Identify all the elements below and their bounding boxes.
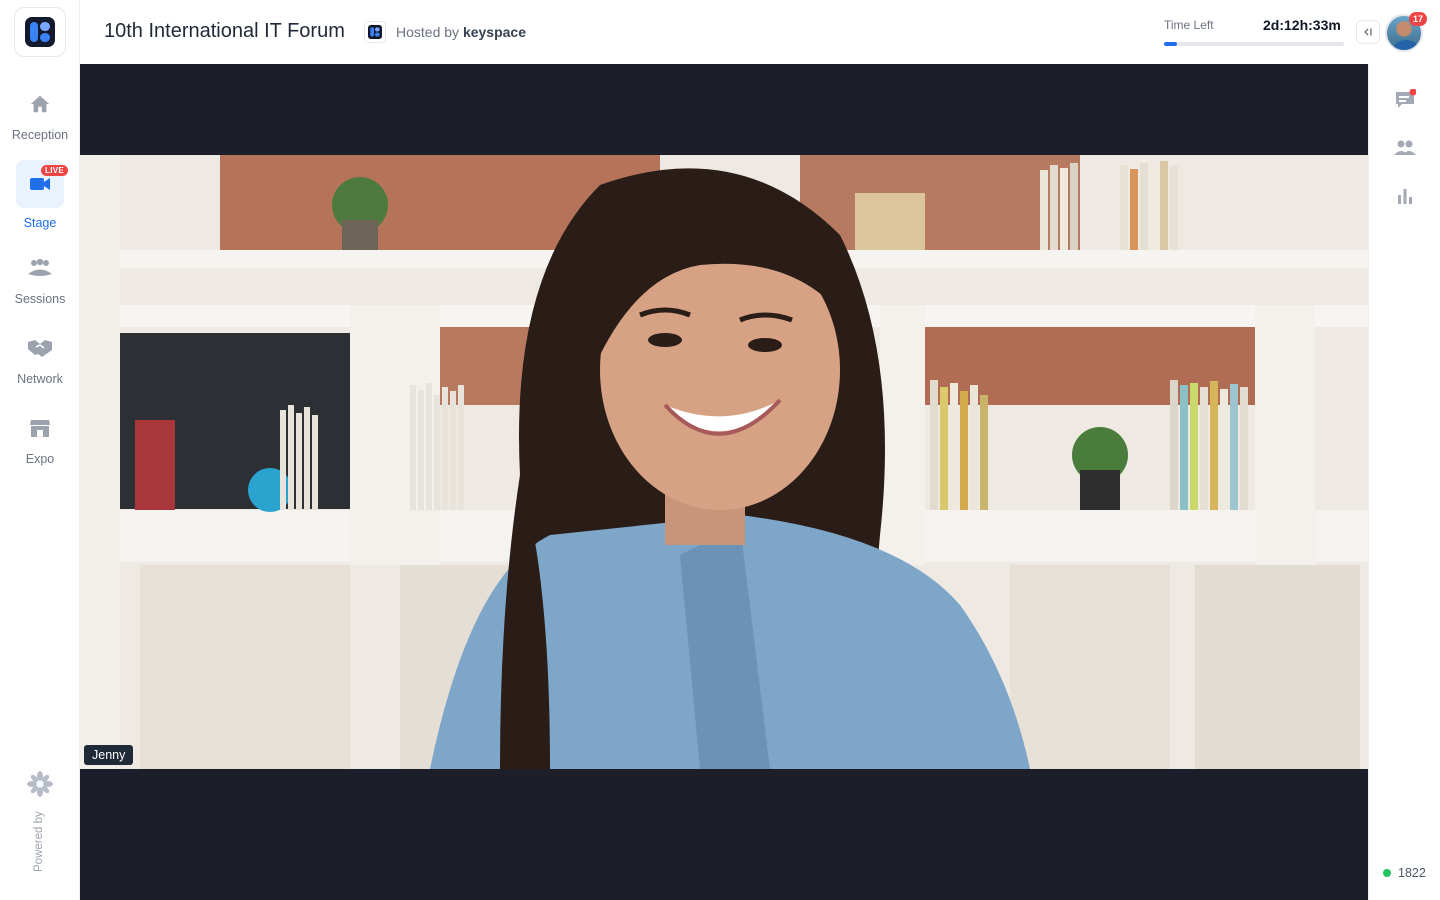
chat-icon[interactable]: [1393, 88, 1417, 112]
event-title: 10th International IT Forum: [104, 20, 345, 42]
nav-sessions-label: Sessions: [14, 292, 66, 306]
speaker-video[interactable]: Jenny: [80, 155, 1368, 769]
nav-expo[interactable]: Expo: [0, 404, 80, 466]
nav-stage-label: Stage: [23, 216, 57, 230]
online-count: 1822: [1383, 866, 1426, 880]
online-count-value: 1822: [1398, 866, 1426, 880]
app-logo[interactable]: [14, 7, 66, 57]
notification-badge: 17: [1409, 12, 1427, 26]
app-logo-icon: [25, 17, 55, 47]
nav-reception-label: Reception: [11, 128, 69, 142]
powered-by-label: Powered by: [33, 811, 45, 872]
top-header: 10th International IT Forum Hosted by ke…: [80, 0, 1440, 64]
people-icon[interactable]: [1393, 136, 1417, 160]
hosted-by-prefix: Hosted by: [396, 24, 460, 40]
user-avatar-button[interactable]: 17: [1385, 12, 1427, 52]
nav-network[interactable]: Network: [0, 324, 80, 386]
nav-expo-label: Expo: [25, 452, 55, 466]
stage-area: Jenny: [80, 64, 1368, 900]
speaker-name-tag: Jenny: [84, 745, 134, 765]
live-badge: LIVE: [41, 165, 68, 176]
video-camera-icon: LIVE: [16, 160, 68, 208]
handshake-icon: [16, 324, 64, 372]
hosted-by: Hosted by keyspace: [396, 24, 526, 40]
chevron-left-bar-icon: [1364, 28, 1372, 36]
host-name[interactable]: keyspace: [463, 24, 526, 40]
time-left-value: 2d:12h:33m: [1263, 17, 1341, 33]
powered-by-logo-icon: [27, 771, 53, 797]
powered-by[interactable]: Powered by: [0, 768, 80, 878]
store-icon: [16, 404, 64, 452]
speaker-video-frame: [80, 155, 1368, 769]
collapse-panel-button[interactable]: [1356, 20, 1380, 44]
time-left-label: Time Left: [1164, 18, 1214, 32]
home-icon: [16, 80, 64, 128]
nav-reception[interactable]: Reception: [0, 80, 80, 142]
nav-sessions[interactable]: Sessions: [0, 244, 80, 306]
time-left-progress: [1164, 42, 1344, 46]
right-sidebar: 1822: [1368, 64, 1440, 900]
bar-chart-icon[interactable]: [1393, 184, 1417, 208]
nav-network-label: Network: [17, 372, 63, 386]
time-left-progress-fill: [1164, 42, 1177, 46]
left-sidebar: Reception LIVE Stage Sessions Network Ex…: [0, 0, 80, 900]
host-logo-icon: [364, 21, 386, 43]
sessions-icon: [16, 244, 64, 292]
online-dot-icon: [1383, 869, 1391, 877]
nav-stage[interactable]: LIVE Stage: [0, 160, 80, 230]
